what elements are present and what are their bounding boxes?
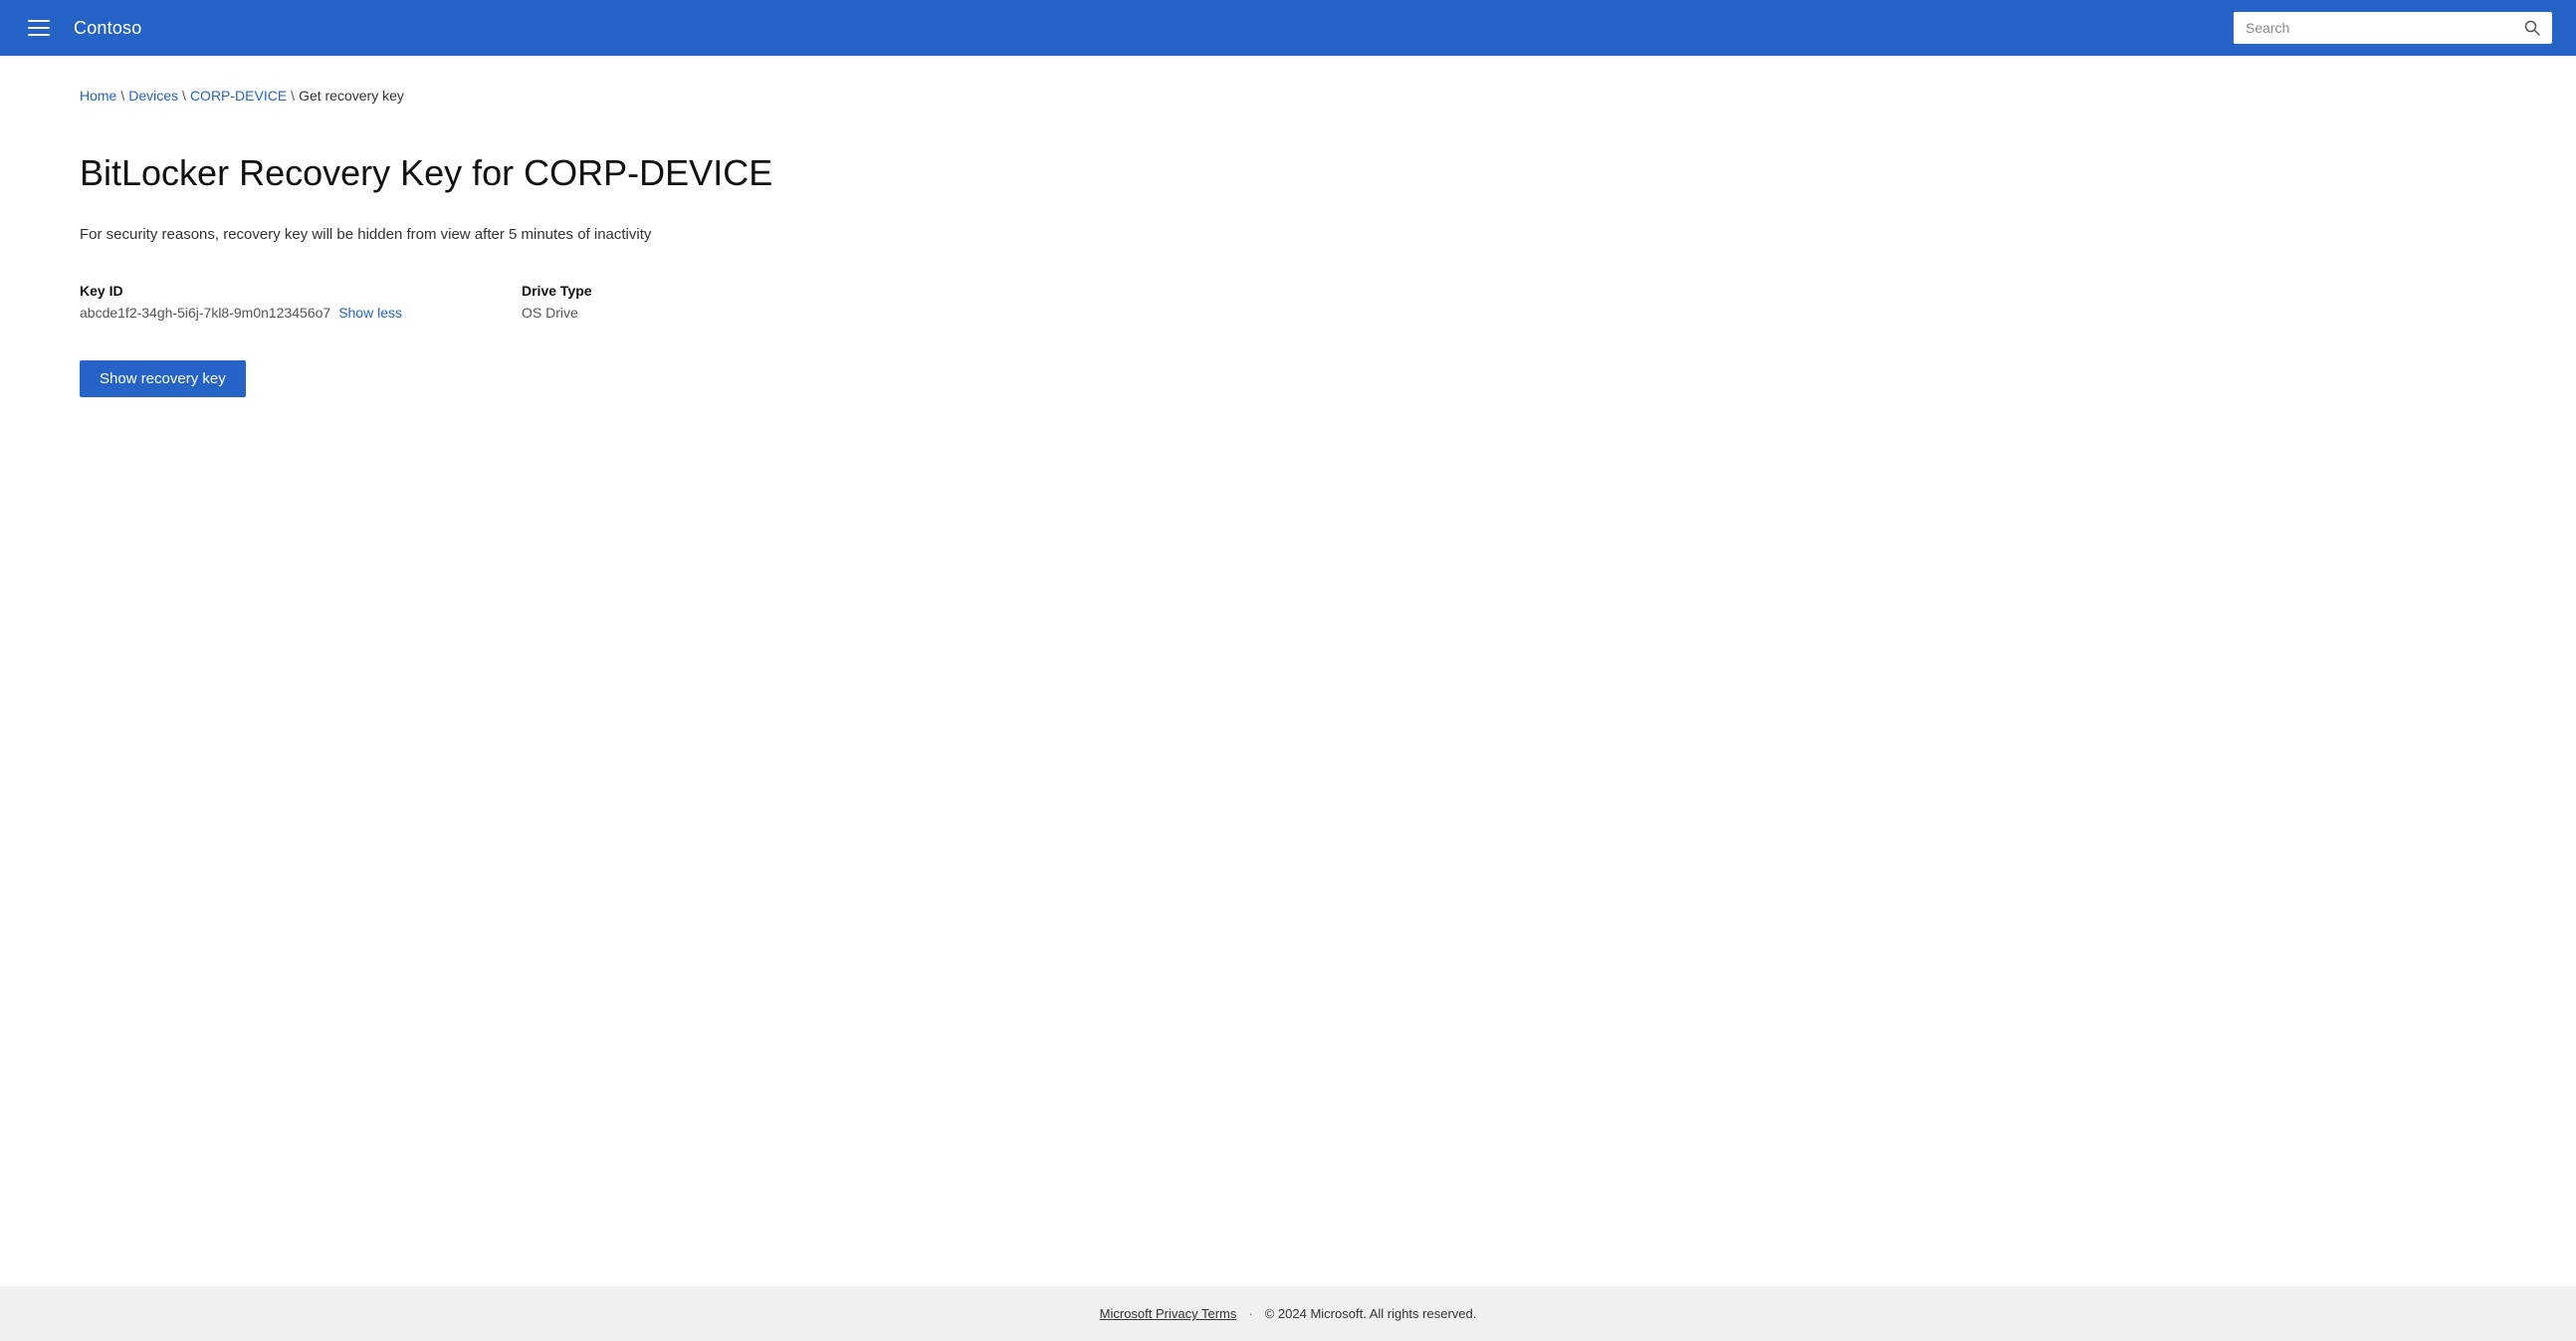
breadcrumb-sep-2: \ <box>182 88 186 104</box>
header: Contoso <box>0 0 2576 56</box>
header-left: Contoso <box>24 16 141 40</box>
breadcrumb-device[interactable]: CORP-DEVICE <box>190 88 287 104</box>
page-title: BitLocker Recovery Key for CORP-DEVICE <box>80 151 2496 194</box>
key-id-label: Key ID <box>80 283 402 299</box>
menu-button[interactable] <box>24 16 54 40</box>
breadcrumb-home[interactable]: Home <box>80 88 116 104</box>
breadcrumb-sep-3: \ <box>291 88 295 104</box>
show-recovery-button[interactable]: Show recovery key <box>80 360 246 397</box>
privacy-link[interactable]: Microsoft Privacy Terms <box>1100 1306 1237 1321</box>
search-container <box>2234 12 2552 44</box>
drive-type-field: Drive Type OS Drive <box>522 283 592 321</box>
key-info-section: Key ID abcde1f2-34gh-5i6j-7kl8-9m0n12345… <box>80 283 2496 321</box>
description-text: For security reasons, recovery key will … <box>80 226 2496 243</box>
footer-separator: · <box>1248 1306 1252 1321</box>
breadcrumb: Home \ Devices \ CORP-DEVICE \ Get recov… <box>80 88 2496 104</box>
breadcrumb-current: Get recovery key <box>299 88 404 104</box>
breadcrumb-devices[interactable]: Devices <box>128 88 178 104</box>
key-id-value: abcde1f2-34gh-5i6j-7kl8-9m0n123456o7 <box>80 305 330 321</box>
show-less-link[interactable]: Show less <box>338 305 402 321</box>
brand-name: Contoso <box>74 18 141 39</box>
drive-type-label: Drive Type <box>522 283 592 299</box>
drive-type-value: OS Drive <box>522 305 592 321</box>
search-icon <box>2524 20 2540 36</box>
key-id-field: Key ID abcde1f2-34gh-5i6j-7kl8-9m0n12345… <box>80 283 402 321</box>
search-input[interactable] <box>2234 12 2512 44</box>
footer-copyright: © 2024 Microsoft. All rights reserved. <box>1265 1306 1477 1321</box>
breadcrumb-sep-1: \ <box>120 88 124 104</box>
search-button[interactable] <box>2512 12 2552 44</box>
main-content: Home \ Devices \ CORP-DEVICE \ Get recov… <box>0 56 2576 1286</box>
key-id-value-row: abcde1f2-34gh-5i6j-7kl8-9m0n123456o7 Sho… <box>80 305 402 321</box>
footer: Microsoft Privacy Terms · © 2024 Microso… <box>0 1286 2576 1341</box>
